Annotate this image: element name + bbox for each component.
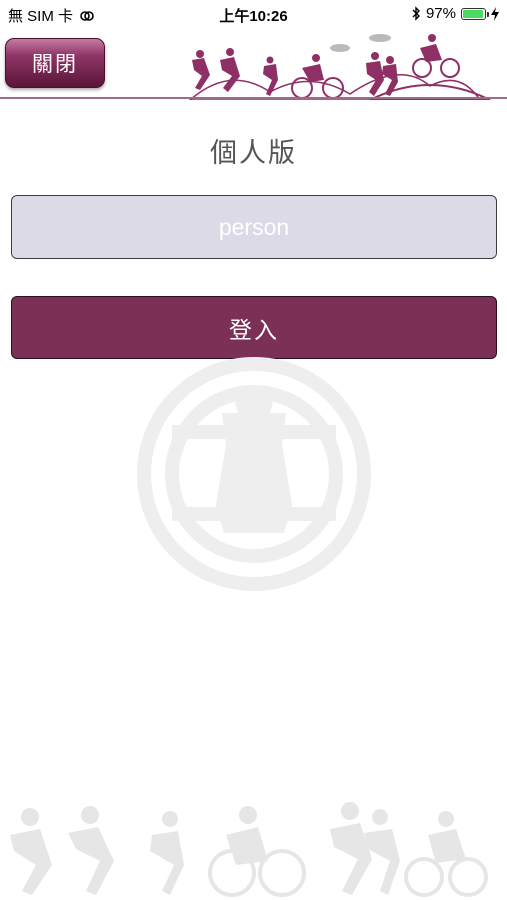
bluetooth-icon (412, 6, 420, 21)
header-divider (0, 97, 507, 99)
status-bar: 無 SIM 卡 上午10:26 97% (0, 0, 507, 28)
charging-icon (491, 6, 499, 21)
close-button[interactable]: 關閉 (5, 38, 105, 88)
account-type-field[interactable]: person (11, 195, 497, 259)
athletes-footer-graphic (10, 802, 488, 897)
sports-banner-graphic (188, 34, 491, 100)
page-title: 個人版 (210, 138, 297, 168)
bank-logo-watermark (137, 357, 371, 591)
battery-fill (463, 9, 484, 18)
login-button[interactable]: 登入 (11, 296, 497, 359)
status-right: 97% (411, 5, 499, 22)
battery-percent: 97% (425, 5, 456, 22)
battery-icon (461, 7, 489, 20)
